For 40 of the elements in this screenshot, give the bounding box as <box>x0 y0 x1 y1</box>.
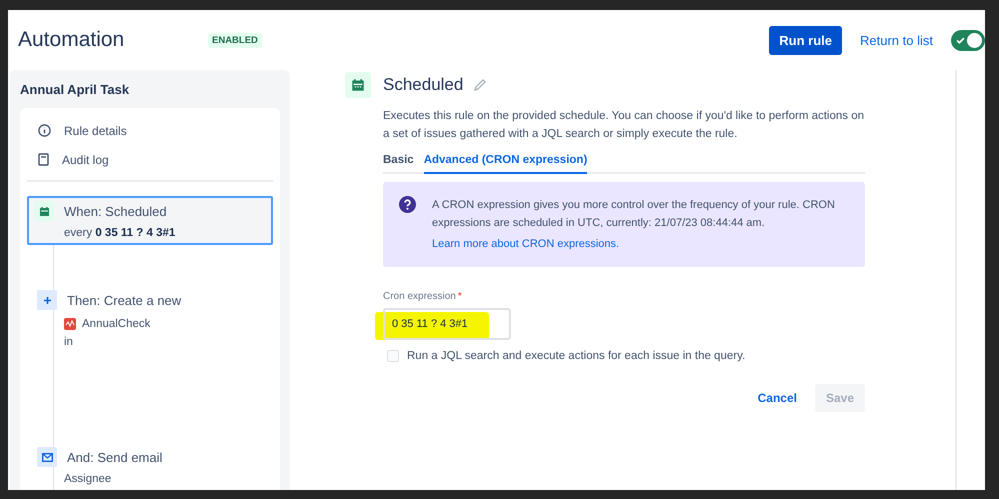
field-label: Cron expression <box>383 291 456 302</box>
calendar-icon <box>34 201 54 221</box>
panel-description: Executes this rule on the provided schedule. You can choose if you'd like to perform actions on a set of issues gathered with a JQL search or simply execute the rule. <box>383 109 865 142</box>
tab[interactable]: Advanced (CRON expression) <box>424 151 588 174</box>
checkbox-label: Run a JQL search and execute actions for each issue in the query. <box>407 350 746 362</box>
rule-step[interactable]: When: Scheduled every 0 35 11 ? 4 3#1 <box>27 196 273 245</box>
step-detail: every 0 35 11 ? 4 3#1 <box>64 227 176 239</box>
pencil-icon[interactable] <box>473 78 488 92</box>
rule-step[interactable]: And: Send email Assignee <box>27 442 273 490</box>
step-title: When: Scheduled <box>64 204 167 218</box>
checkbox[interactable] <box>387 350 399 362</box>
plus-icon <box>37 290 57 310</box>
learn-more-link[interactable]: Learn more about CRON expressions. <box>432 238 620 250</box>
envelope-icon <box>37 447 57 467</box>
info-icon <box>38 124 51 137</box>
enabled-toggle[interactable] <box>951 30 985 50</box>
status-lozenge: ENABLED <box>208 32 262 48</box>
issue-type-label: AnnualCheck <box>82 318 150 330</box>
run-rule-button[interactable]: Run rule <box>769 26 842 54</box>
check-icon <box>955 34 966 46</box>
sidebar-link[interactable]: Rule details <box>64 124 127 138</box>
issue-type-icon <box>64 318 76 330</box>
calendar-icon <box>345 72 371 98</box>
cancel-button[interactable]: Cancel <box>748 385 807 411</box>
document-icon <box>38 153 49 166</box>
page-title: Automation <box>18 28 126 52</box>
return-to-list-link[interactable]: Return to list <box>860 32 933 48</box>
step-detail: in <box>64 336 74 348</box>
step-title: Then: Create a new <box>67 292 182 308</box>
step-title: And: Send email <box>67 450 162 464</box>
cron-expression-field[interactable]: 0 35 11 ? 4 3#1 <box>383 308 511 340</box>
rule-step[interactable]: Then: Create a new AnnualCheck in <box>27 285 273 354</box>
step-detail: Assignee <box>64 473 112 485</box>
tab[interactable]: Basic <box>383 151 414 174</box>
rule-name: Annual April Task <box>20 81 130 99</box>
sidebar-link[interactable]: Audit log <box>62 152 109 166</box>
required-asterisk: * <box>458 291 462 302</box>
info-text: A CRON expression gives you more control over the frequency of your rule. CRON expressions are scheduled in UTC, currently: 21/07/23 08:44:44 am. <box>432 198 836 231</box>
panel-title: Scheduled <box>383 75 464 95</box>
question-icon <box>399 196 416 213</box>
